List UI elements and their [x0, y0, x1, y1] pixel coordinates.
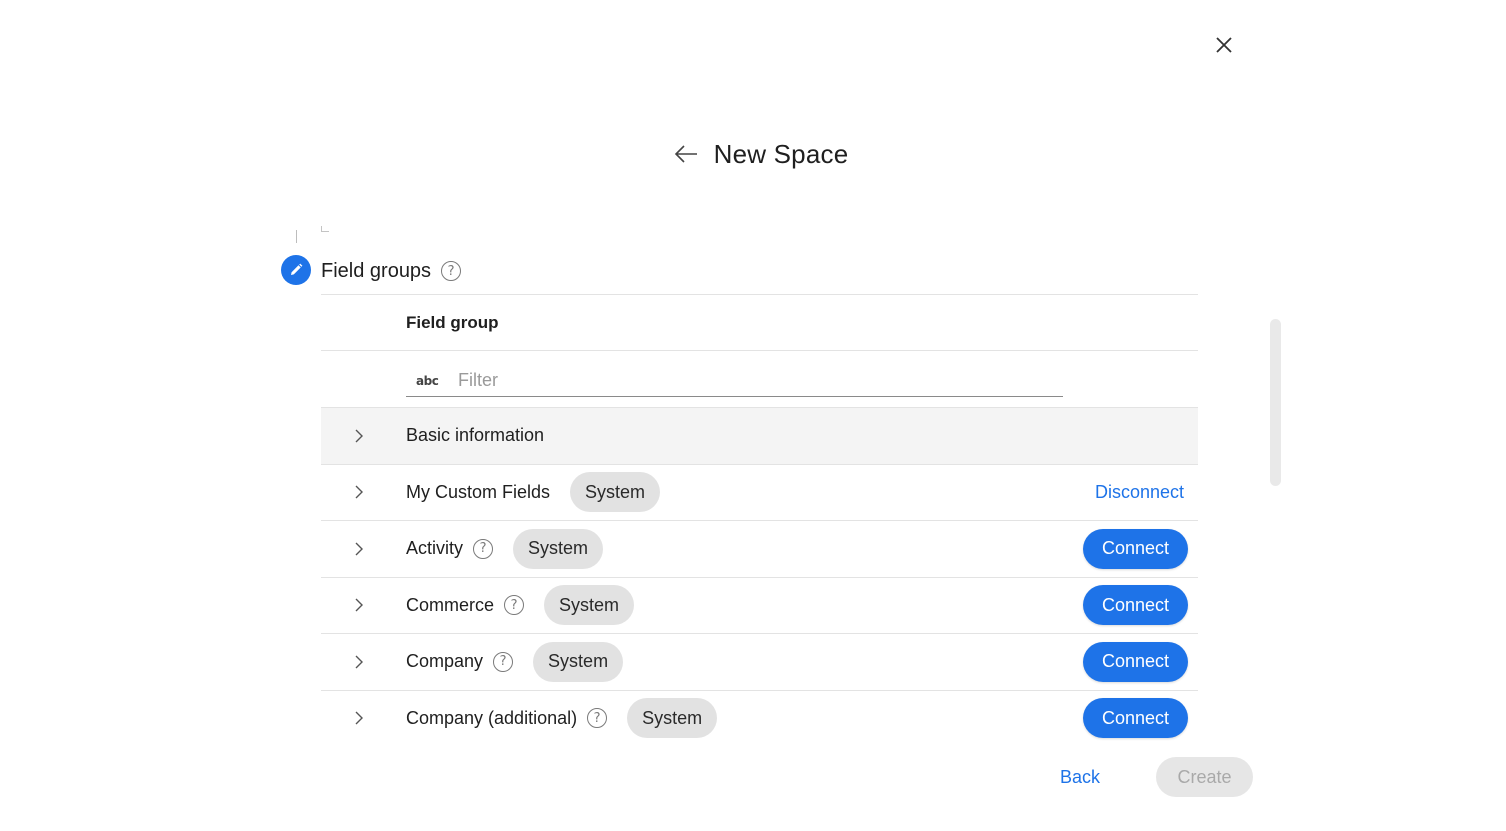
chevron-right-icon[interactable] — [351, 484, 367, 500]
row-label: Company — [406, 651, 484, 672]
connect-button[interactable]: Connect — [1083, 698, 1188, 739]
chevron-right-icon[interactable] — [351, 654, 367, 670]
table-header-row: Field group — [321, 294, 1198, 350]
page-title: New Space — [713, 138, 849, 169]
help-icon[interactable]: ? — [473, 538, 494, 559]
table-row[interactable]: Company ? System Connect — [321, 633, 1198, 690]
row-label: Basic information — [406, 425, 545, 446]
text-filter-icon: abc — [416, 373, 439, 388]
create-button[interactable]: Create — [1156, 757, 1253, 797]
connect-button[interactable]: Connect — [1083, 528, 1188, 569]
close-button[interactable] — [1211, 32, 1237, 58]
system-badge: System — [533, 641, 624, 682]
system-badge: System — [570, 472, 661, 513]
help-icon[interactable]: ? — [587, 708, 608, 729]
chevron-right-icon[interactable] — [351, 710, 367, 726]
filter-field: abc — [406, 365, 1063, 397]
chevron-right-icon[interactable] — [351, 597, 367, 613]
arrow-left-icon — [674, 145, 697, 163]
connect-button[interactable]: Connect — [1083, 641, 1188, 682]
section-title-label: Field groups — [321, 259, 432, 282]
new-space-dialog: New Space Field groups ? Field group abc — [0, 0, 1506, 831]
page-header: New Space — [0, 134, 1506, 174]
help-icon[interactable]: ? — [441, 261, 462, 281]
table-row[interactable]: Activity ? System Connect — [321, 520, 1198, 577]
filter-row: abc — [321, 350, 1198, 407]
table-row[interactable]: Basic information — [321, 407, 1198, 464]
field-groups-table: Field group abc Basic information My Cus… — [321, 294, 1198, 746]
back-button[interactable]: Back — [1060, 762, 1100, 792]
row-label: Commerce — [406, 594, 495, 615]
column-header-field-group: Field group — [406, 312, 499, 332]
filter-input[interactable] — [458, 370, 1018, 391]
help-icon[interactable]: ? — [504, 595, 525, 616]
disconnect-button[interactable]: Disconnect — [1091, 482, 1188, 503]
help-icon[interactable]: ? — [493, 651, 514, 672]
system-badge: System — [627, 698, 718, 739]
system-badge: System — [513, 528, 604, 569]
row-label: My Custom Fields — [406, 481, 551, 502]
step-edit-indicator — [281, 255, 311, 285]
section-title: Field groups ? — [321, 257, 462, 285]
table-row[interactable]: Commerce ? System Connect — [321, 576, 1198, 634]
table-row[interactable]: Company (additional) ? System Connect — [321, 689, 1198, 747]
close-icon — [1216, 37, 1232, 53]
pencil-icon — [291, 263, 303, 275]
step-hint-mark — [321, 226, 329, 232]
table-row[interactable]: My Custom Fields System Disconnect — [321, 463, 1198, 521]
row-label: Activity — [406, 538, 464, 559]
row-label: Company (additional) — [406, 707, 578, 728]
step-connector — [296, 230, 297, 243]
system-badge: System — [544, 585, 635, 626]
connect-button[interactable]: Connect — [1083, 585, 1188, 626]
back-arrow-button[interactable] — [672, 140, 700, 168]
chevron-right-icon[interactable] — [351, 541, 367, 557]
chevron-right-icon[interactable] — [351, 428, 367, 444]
scrollbar-thumb[interactable] — [1270, 319, 1281, 486]
